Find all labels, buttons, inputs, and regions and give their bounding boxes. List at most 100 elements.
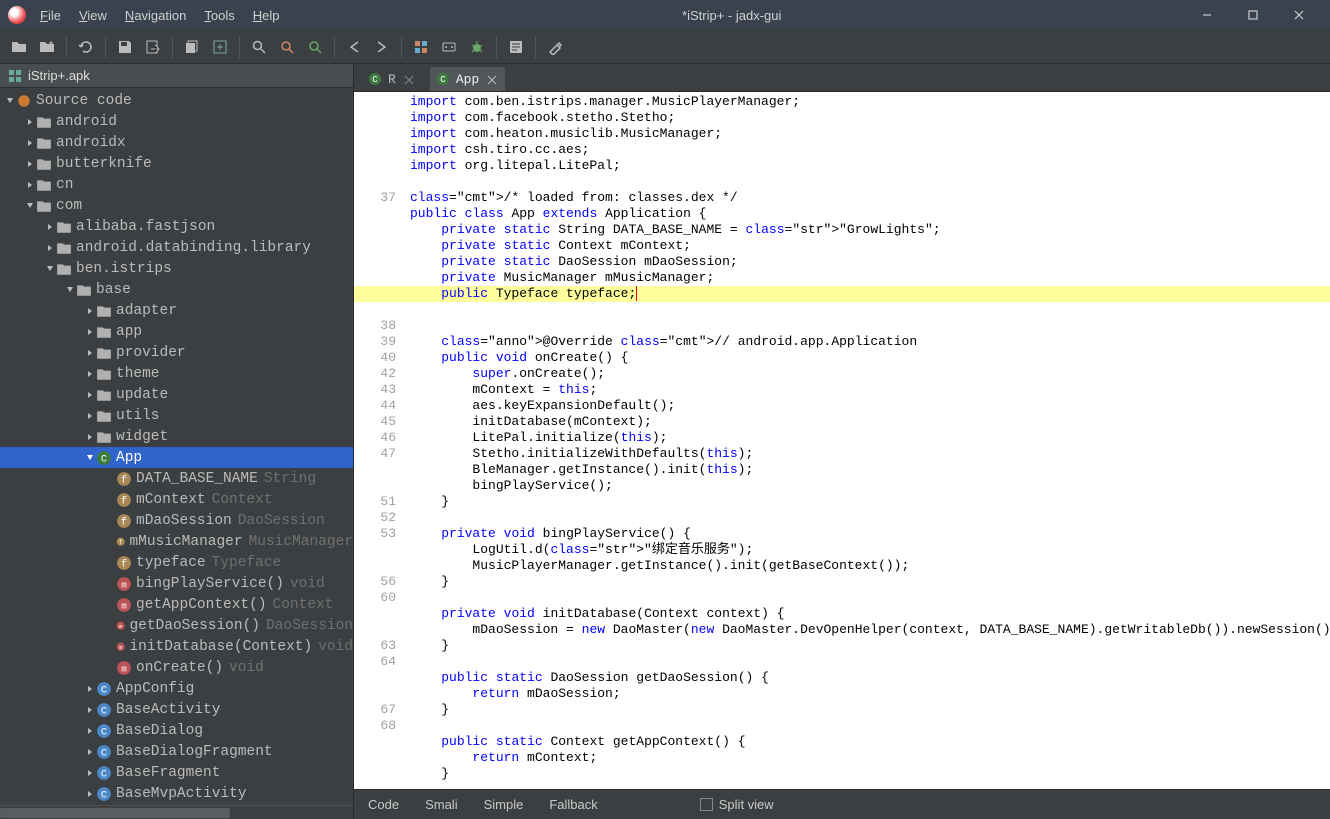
tree-field[interactable]: fDATA_BASE_NAMEString: [0, 468, 353, 489]
tree-field[interactable]: fmDaoSessionDaoSession: [0, 510, 353, 531]
tree-class[interactable]: CBaseFragment: [0, 762, 353, 783]
svg-text:C: C: [440, 75, 446, 85]
tree-field[interactable]: ftypefaceTypeface: [0, 552, 353, 573]
save-all-button[interactable]: [179, 34, 205, 60]
package-icon: [96, 345, 112, 361]
app-logo-icon: [8, 6, 26, 24]
tree-pkg-ben[interactable]: ben.istrips: [0, 258, 353, 279]
deobfuscate-button[interactable]: [408, 34, 434, 60]
class-icon: C: [96, 786, 112, 802]
tree-pkg-provider[interactable]: provider: [0, 342, 353, 363]
package-icon: [36, 114, 52, 130]
tree-method[interactable]: mgetAppContext()Context: [0, 594, 353, 615]
quark-button[interactable]: [436, 34, 462, 60]
save-button[interactable]: [112, 34, 138, 60]
svg-text:C: C: [372, 75, 378, 85]
forward-button[interactable]: [369, 34, 395, 60]
tree-pkg-alibaba[interactable]: alibaba.fastjson: [0, 216, 353, 237]
svg-text:C: C: [101, 747, 107, 759]
menu-navigation[interactable]: Navigation: [125, 8, 186, 23]
field-icon: f: [116, 513, 132, 529]
svg-text:f: f: [121, 558, 127, 570]
gradle-export-button[interactable]: [207, 34, 233, 60]
tree-class-app[interactable]: CApp: [0, 447, 353, 468]
svg-text:f: f: [121, 495, 127, 507]
tree-method[interactable]: mbingPlayService()void: [0, 573, 353, 594]
tree-field[interactable]: fmMusicManagerMusicManager: [0, 531, 353, 552]
tree-pkg-update[interactable]: update: [0, 384, 353, 405]
hscroll-thumb[interactable]: [0, 808, 230, 818]
search-comment-button[interactable]: [302, 34, 328, 60]
tree-hscroll[interactable]: [0, 805, 353, 819]
close-icon[interactable]: [404, 74, 414, 84]
checkbox-icon[interactable]: [700, 798, 713, 811]
tree-method[interactable]: mgetDaoSession()DaoSession: [0, 615, 353, 636]
debug-button[interactable]: [464, 34, 490, 60]
view-smali[interactable]: Smali: [425, 797, 458, 812]
tree-pkg-adapter[interactable]: adapter: [0, 300, 353, 321]
class-icon: C: [96, 744, 112, 760]
class-icon: C: [96, 765, 112, 781]
tree-pkg-app[interactable]: app: [0, 321, 353, 342]
tree-field[interactable]: fmContextContext: [0, 489, 353, 510]
svg-text:C: C: [101, 705, 107, 717]
tree-pkg-butterknife[interactable]: butterknife: [0, 153, 353, 174]
tree-pkg-com[interactable]: com: [0, 195, 353, 216]
package-icon: [96, 429, 112, 445]
class-icon: C: [436, 72, 450, 86]
tree-pkg-widget[interactable]: widget: [0, 426, 353, 447]
method-icon: m: [116, 642, 125, 651]
search-class-button[interactable]: [274, 34, 300, 60]
tree-pkg-databinding[interactable]: android.databinding.library: [0, 237, 353, 258]
tree-method[interactable]: monCreate()void: [0, 657, 353, 678]
menu-bar: File View Navigation Tools Help: [40, 8, 279, 23]
svg-text:C: C: [101, 726, 107, 738]
tree-body[interactable]: Source code android androidx butterknife…: [0, 88, 353, 805]
menu-help[interactable]: Help: [253, 8, 280, 23]
menu-tools[interactable]: Tools: [204, 8, 234, 23]
reload-button[interactable]: [73, 34, 99, 60]
tab-r[interactable]: C R: [362, 67, 422, 91]
tree-root[interactable]: Source code: [0, 90, 353, 111]
tree-class[interactable]: CBaseDialog: [0, 720, 353, 741]
close-icon[interactable]: [487, 74, 497, 84]
preferences-button[interactable]: [542, 34, 568, 60]
split-view-checkbox[interactable]: Split view: [700, 797, 774, 812]
tab-label: R: [388, 72, 396, 87]
tree-pkg-android[interactable]: android: [0, 111, 353, 132]
log-button[interactable]: [503, 34, 529, 60]
tree-class[interactable]: CBaseActivity: [0, 699, 353, 720]
tree-pkg-androidx[interactable]: androidx: [0, 132, 353, 153]
tree-pkg-theme[interactable]: theme: [0, 363, 353, 384]
window-minimize-button[interactable]: [1184, 0, 1230, 30]
window-maximize-button[interactable]: [1230, 0, 1276, 30]
code-area[interactable]: import com.ben.istrips.manager.MusicPlay…: [402, 92, 1330, 789]
tree-class[interactable]: CBaseMvpActivity: [0, 783, 353, 804]
tree-pkg-utils[interactable]: utils: [0, 405, 353, 426]
code-editor[interactable]: 37383940424344454647515253566063646768 i…: [354, 92, 1330, 789]
window-close-button[interactable]: [1276, 0, 1322, 30]
tree-class[interactable]: CAppConfig: [0, 678, 353, 699]
tree-method[interactable]: minitDatabase(Context)void: [0, 636, 353, 657]
view-code[interactable]: Code: [368, 797, 399, 812]
export-button[interactable]: [140, 34, 166, 60]
tab-app[interactable]: C App: [430, 67, 505, 91]
package-icon: [96, 366, 112, 382]
menu-file[interactable]: File: [40, 8, 61, 23]
title-bar: File View Navigation Tools Help *iStrip+…: [0, 0, 1330, 30]
search-button[interactable]: [246, 34, 272, 60]
tree-pkg-base[interactable]: base: [0, 279, 353, 300]
svg-text:C: C: [101, 789, 107, 801]
view-simple[interactable]: Simple: [484, 797, 524, 812]
open-file-button[interactable]: [6, 34, 32, 60]
add-files-button[interactable]: [34, 34, 60, 60]
tree-pkg-cn[interactable]: cn: [0, 174, 353, 195]
back-button[interactable]: [341, 34, 367, 60]
menu-view[interactable]: View: [79, 8, 107, 23]
tree-class[interactable]: CBaseDialogFragment: [0, 741, 353, 762]
field-icon: f: [116, 555, 132, 571]
tree-header-label: iStrip+.apk: [28, 68, 90, 83]
package-icon: [96, 303, 112, 319]
view-fallback[interactable]: Fallback: [549, 797, 597, 812]
tree-header[interactable]: iStrip+.apk: [0, 64, 353, 88]
